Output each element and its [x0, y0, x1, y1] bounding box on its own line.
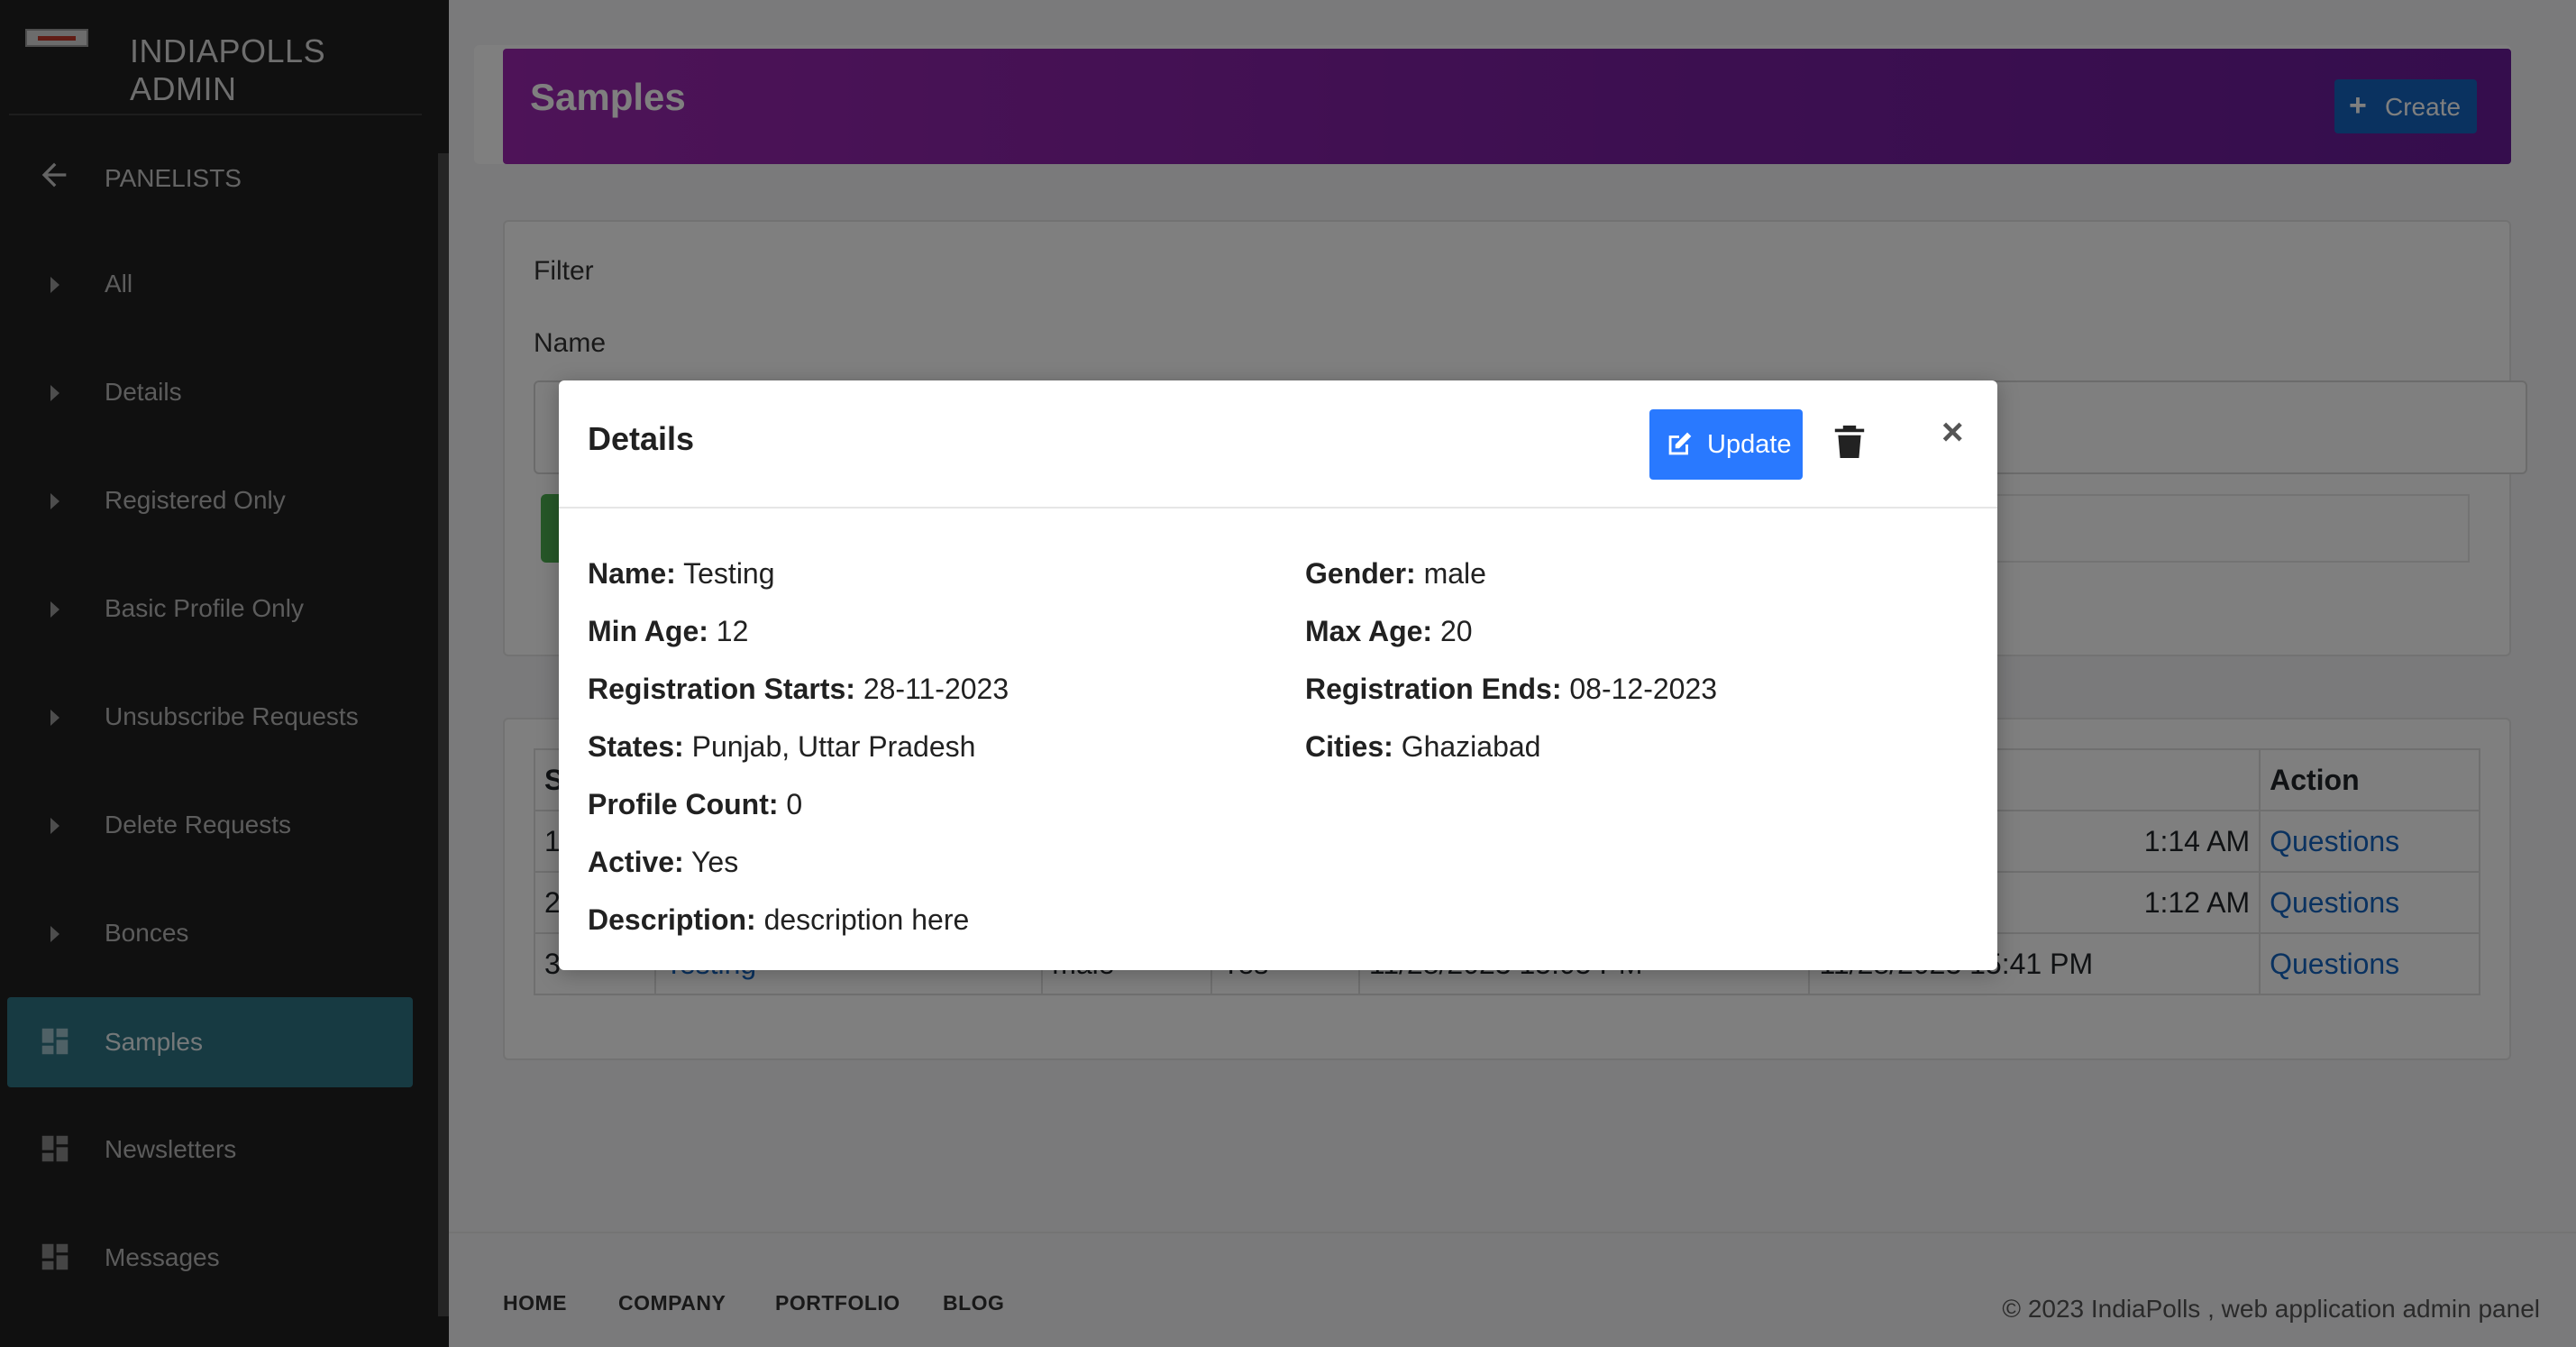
- detail-min-age: Min Age: 12: [588, 615, 749, 647]
- close-icon[interactable]: ×: [1941, 413, 1964, 451]
- detail-registration-starts: Registration Starts: 28-11-2023: [588, 673, 1009, 705]
- modal-header: Details Update ×: [559, 380, 1997, 509]
- detail-registration-ends: Registration Ends: 08-12-2023: [1305, 673, 1718, 705]
- detail-description: Description: description here: [588, 903, 970, 936]
- details-modal: Details Update × Name: Testing Gender: m…: [559, 380, 1997, 970]
- trash-icon[interactable]: [1833, 424, 1866, 460]
- edit-icon: [1668, 432, 1692, 455]
- modal-title: Details: [588, 420, 695, 457]
- detail-profile-count: Profile Count: 0: [588, 788, 803, 820]
- detail-max-age: Max Age: 20: [1305, 615, 1473, 647]
- update-button[interactable]: Update: [1649, 409, 1803, 480]
- update-button-label: Update: [1707, 430, 1792, 459]
- detail-name: Name: Testing: [588, 557, 775, 590]
- detail-gender: Gender: male: [1305, 557, 1486, 590]
- detail-states: States: Punjab, Uttar Pradesh: [588, 730, 976, 763]
- detail-cities: Cities: Ghaziabad: [1305, 730, 1541, 763]
- detail-active: Active: Yes: [588, 846, 739, 878]
